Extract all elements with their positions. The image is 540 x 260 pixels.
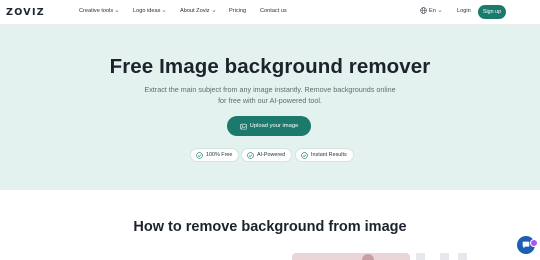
example-image-preview (292, 253, 410, 260)
nav-item-logo-ideas[interactable]: Logo ideas (133, 8, 166, 14)
section-title: How to remove background from image (133, 219, 407, 235)
nav-item-label: Pricing (229, 8, 247, 14)
nav-item-label: Logo ideas (133, 8, 161, 14)
check-circle-icon (196, 151, 203, 159)
example-image-detail (362, 254, 374, 260)
nav-item-creative-tools[interactable]: Creative tools (79, 8, 119, 14)
hero-subtitle: Extract the main subject from any image … (144, 85, 396, 105)
nav-item-contact-us[interactable]: Contact us (260, 8, 287, 14)
upload-image-button[interactable]: Upload your image (227, 116, 311, 136)
chat-notification-dot (530, 239, 538, 247)
transparency-grid-tile (416, 253, 425, 260)
check-circle-icon (247, 151, 254, 159)
badge-instant-results: Instant Results (295, 148, 354, 162)
logo-text: ZOVIZ (6, 7, 45, 18)
badge-ai-powered: AI-Powered (241, 148, 293, 162)
badge-free: 100% Free (190, 148, 240, 162)
top-navigation: ZOVIZ Creative tools Logo ideas About Zo… (0, 0, 540, 25)
language-selector[interactable]: En (420, 7, 442, 14)
upload-button-label: Upload your image (249, 123, 299, 129)
nav-item-pricing[interactable]: Pricing (229, 8, 246, 14)
hero-section: Free Image background remover Extract th… (0, 25, 540, 190)
chevron-down-icon (212, 10, 215, 12)
nav-item-about-zoviz[interactable]: About Zoviz (180, 8, 216, 14)
chevron-down-icon (438, 9, 442, 12)
language-label: En (429, 7, 436, 14)
transparency-grid-tile (458, 253, 467, 260)
badge-label: AI-Powered (257, 152, 286, 158)
badge-label: 100% Free (206, 152, 233, 158)
globe-icon (420, 7, 427, 14)
signup-button[interactable]: Sign up (478, 5, 506, 19)
nav-item-label: About Zoviz (180, 8, 210, 14)
page-title: Free Image background remover (109, 55, 431, 78)
image-upload-icon (239, 123, 247, 129)
nav-item-label: Creative tools (79, 8, 114, 14)
zoviz-logo[interactable]: ZOVIZ (6, 7, 45, 18)
check-circle-icon (301, 151, 308, 159)
badge-label: Instant Results (311, 152, 347, 158)
nav-item-label: Contact us (260, 8, 287, 14)
chevron-down-icon (115, 10, 119, 12)
transparency-grid-tile (440, 253, 449, 260)
login-link[interactable]: Login (457, 8, 471, 14)
chevron-down-icon (162, 10, 166, 12)
